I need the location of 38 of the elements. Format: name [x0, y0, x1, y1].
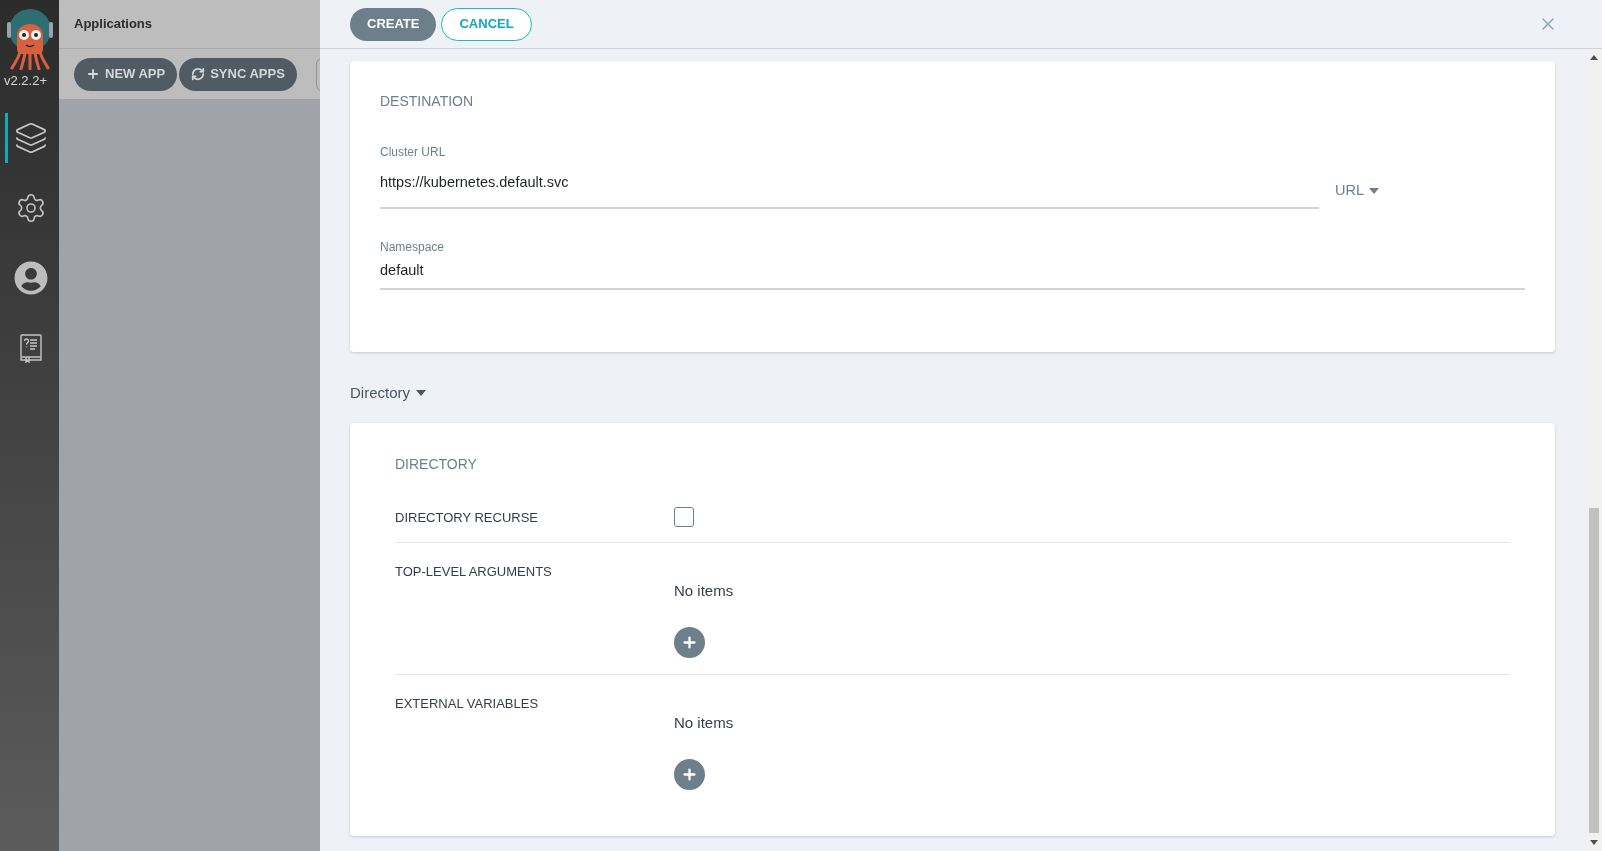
- version-text: v2.2.2+: [3, 73, 47, 89]
- field-value: https://kubernetes.default.svc: [380, 173, 569, 192]
- section-title: DIRECTORY: [395, 455, 477, 474]
- help-book-icon: [19, 333, 42, 363]
- caret-icon: [1369, 188, 1379, 194]
- section-title: DESTINATION: [380, 92, 474, 111]
- cluster-url-field[interactable]: Cluster URL https://kubernetes.default.svc: [380, 144, 1319, 209]
- field-value: default: [380, 261, 424, 280]
- plus-icon: [681, 766, 698, 783]
- namespace-field[interactable]: Namespace default: [380, 239, 1525, 290]
- page-title: Applications: [74, 15, 152, 34]
- layers-icon: [13, 121, 48, 155]
- scroll-down-icon[interactable]: [1590, 840, 1598, 845]
- sync-icon: [191, 67, 206, 81]
- caret-icon: [416, 390, 426, 396]
- new-app-button[interactable]: NEW APP: [74, 57, 178, 91]
- scrollbar[interactable]: [1586, 49, 1602, 851]
- add-item-button[interactable]: [674, 759, 705, 790]
- field-label: Namespace: [380, 239, 445, 255]
- source-type-dropdown[interactable]: Directory: [350, 383, 426, 403]
- field-label: Cluster URL: [380, 144, 446, 160]
- option-label: EXTERNAL VARIABLES: [395, 696, 539, 711]
- empty-list-text: No items: [674, 713, 734, 733]
- create-button[interactable]: CREATE: [350, 7, 437, 41]
- url-type-dropdown[interactable]: URL: [1335, 181, 1379, 201]
- plus-icon: [681, 634, 698, 651]
- checkbox[interactable]: [674, 506, 694, 527]
- plus-icon: [86, 67, 100, 81]
- option-label: DIRECTORY RECURSE: [395, 509, 539, 525]
- add-item-button[interactable]: [674, 627, 705, 658]
- cancel-button[interactable]: CANCEL: [441, 7, 532, 41]
- empty-list-text: No items: [674, 581, 734, 601]
- user-icon: [13, 261, 48, 295]
- scroll-up-icon[interactable]: [1590, 55, 1598, 60]
- option-label: TOP-LEVEL ARGUMENTS: [395, 564, 552, 579]
- scrollbar-thumb[interactable]: [1589, 508, 1599, 833]
- sync-apps-button[interactable]: SYNC APPS: [179, 57, 297, 91]
- octopus-logo-icon: [5, 8, 54, 70]
